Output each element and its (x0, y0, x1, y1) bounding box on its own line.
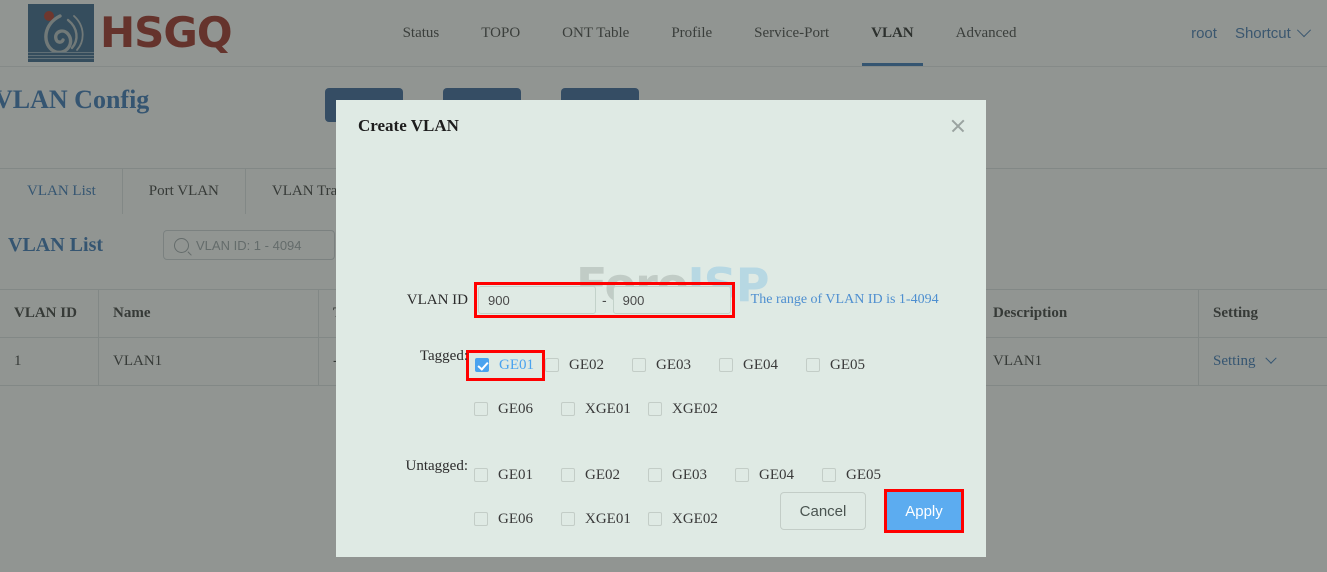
vlan-id-row: VLAN ID - The range of VLAN ID is 1-4094 (336, 282, 986, 318)
untagged-label-xge02: XGE02 (672, 510, 718, 527)
untagged-checkbox-xge02[interactable]: XGE02 (648, 511, 744, 528)
untagged-checkbox-ge01[interactable]: GE01 (474, 467, 561, 484)
tagged-label-xge02: XGE02 (672, 400, 718, 417)
checkbox-icon (806, 358, 820, 372)
untagged-checkbox-ge03[interactable]: GE03 (648, 467, 735, 484)
checkbox-icon (648, 468, 662, 482)
untagged-label-ge01: GE01 (498, 466, 533, 483)
checkbox-icon (719, 358, 733, 372)
tagged-ports-group: Tagged: GE01 GE02 GE03 GE04 GE05 GE06 XG… (336, 343, 986, 431)
tagged-checkbox-ge03[interactable]: GE03 (632, 357, 719, 374)
dialog-footer: Cancel Apply (780, 489, 964, 533)
untagged-label: Untagged: (405, 458, 468, 474)
untagged-label-ge02: GE02 (585, 466, 620, 483)
checkbox-icon (474, 512, 488, 526)
untagged-label-ge04: GE04 (759, 466, 794, 483)
untagged-label-xge01: XGE01 (585, 510, 631, 527)
tagged-checkbox-xge02[interactable]: XGE02 (648, 401, 744, 418)
checkbox-icon (632, 358, 646, 372)
create-vlan-dialog: Create VLAN ForoISP VLAN ID - The range … (336, 100, 986, 557)
vlan-id-to-input[interactable] (612, 286, 731, 314)
checkbox-icon (474, 402, 488, 416)
tagged-label-xge01: XGE01 (585, 400, 631, 417)
tagged-checkbox-ge04[interactable]: GE04 (719, 357, 806, 374)
close-icon[interactable] (948, 116, 968, 136)
tagged-label-ge04: GE04 (743, 356, 778, 373)
checkbox-icon (561, 402, 575, 416)
tagged-label-ge03: GE03 (656, 356, 691, 373)
tagged-label-ge05: GE05 (830, 356, 865, 373)
untagged-checkbox-ge04[interactable]: GE04 (735, 467, 822, 484)
checkbox-icon (545, 358, 559, 372)
vlan-id-separator: - (602, 292, 607, 308)
tagged-checkbox-xge01[interactable]: XGE01 (561, 401, 648, 418)
untagged-label-ge06: GE06 (498, 510, 533, 527)
tagged-label-ge01: GE01 (499, 356, 534, 373)
checkbox-icon (648, 402, 662, 416)
checkbox-icon (648, 512, 662, 526)
vlan-id-label: VLAN ID (406, 291, 468, 308)
tagged-label-ge02: GE02 (569, 356, 604, 373)
vlan-id-from-input[interactable] (478, 286, 596, 314)
tagged-checkbox-rows: GE01 GE02 GE03 GE04 GE05 GE06 XGE01 XGE0… (466, 343, 986, 431)
checkbox-icon (561, 512, 575, 526)
checkbox-icon (561, 468, 575, 482)
checkbox-icon (474, 468, 488, 482)
untagged-checkbox-xge01[interactable]: XGE01 (561, 511, 648, 528)
tagged-label-ge06: GE06 (498, 400, 533, 417)
checkbox-icon-checked (475, 358, 489, 372)
tagged-checkbox-ge02[interactable]: GE02 (545, 357, 632, 374)
untagged-checkbox-ge02[interactable]: GE02 (561, 467, 648, 484)
tagged-checkbox-ge05[interactable]: GE05 (806, 357, 893, 374)
vlan-id-range-hint: The range of VLAN ID is 1-4094 (750, 292, 939, 307)
cancel-button[interactable]: Cancel (780, 492, 866, 530)
checkbox-icon (735, 468, 749, 482)
untagged-label-ge05: GE05 (846, 466, 881, 483)
tagged-row-2: GE06 XGE01 XGE02 (474, 387, 986, 431)
dialog-title: Create VLAN (358, 116, 459, 135)
untagged-checkbox-ge06[interactable]: GE06 (474, 511, 561, 528)
untagged-label-ge03: GE03 (672, 466, 707, 483)
tagged-label: Tagged: (419, 348, 468, 364)
checkbox-icon (822, 468, 836, 482)
apply-button[interactable]: Apply (887, 492, 961, 530)
tagged-checkbox-ge01[interactable]: GE01 (466, 349, 545, 381)
tagged-row-1: GE01 GE02 GE03 GE04 GE05 (466, 343, 986, 387)
vlan-id-annotation-box: - (474, 282, 735, 318)
tagged-checkbox-ge06[interactable]: GE06 (474, 401, 561, 418)
untagged-checkbox-ge05[interactable]: GE05 (822, 467, 909, 484)
apply-annotation-box: Apply (884, 489, 964, 533)
